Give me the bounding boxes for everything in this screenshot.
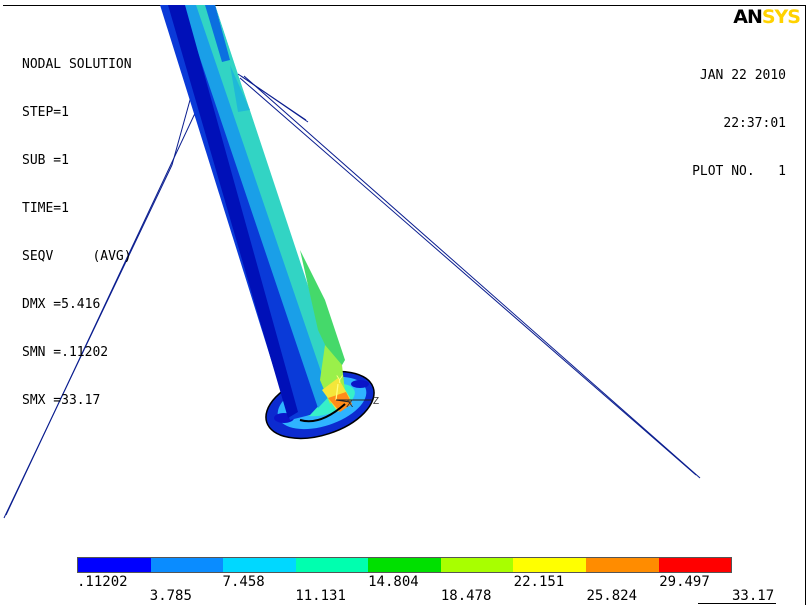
contour-legend-bar [77, 557, 732, 573]
info-title: NODAL SOLUTION [22, 57, 132, 72]
legend-label: 22.151 [513, 574, 565, 590]
legend-color-0 [78, 558, 151, 572]
info-seqv: SEQV (AVG) [22, 249, 132, 264]
plot-stamp: JAN 22 2010 22:37:01 PLOT NO. 1 [692, 36, 786, 212]
legend-max-underline [698, 603, 776, 604]
info-time: TIME=1 [22, 201, 69, 216]
stamp-date: JAN 22 2010 [699, 68, 786, 83]
info-sub: SUB =1 [22, 153, 69, 168]
pole [160, 5, 352, 420]
triad-y-label: Y [336, 374, 344, 386]
logo-sys: SYS [761, 6, 801, 28]
legend-label: 33.17 [732, 588, 775, 604]
legend-color-5 [440, 558, 514, 572]
stamp-time: 22:37:01 [723, 116, 786, 131]
triad-x-label: X [346, 398, 354, 410]
stamp-plot-number: PLOT NO. 1 [692, 164, 786, 179]
legend-label: 14.804 [368, 574, 419, 590]
legend-label: 29.497 [659, 574, 710, 590]
info-step: STEP=1 [22, 105, 69, 120]
legend-color-7 [585, 558, 659, 572]
legend-color-2 [223, 558, 296, 572]
logo-an: AN [733, 6, 763, 28]
legend-label: .11202 [77, 574, 128, 590]
legend-label: 7.458 [222, 574, 265, 590]
ansys-logo: ANSYS [733, 6, 801, 28]
legend-label: 25.824 [586, 588, 638, 604]
info-dmx: DMX =5.416 [22, 297, 101, 312]
legend-label: 3.785 [149, 588, 192, 604]
legend-color-1 [150, 558, 224, 572]
legend-color-6 [513, 558, 586, 572]
legend-label: 11.131 [295, 588, 346, 604]
legend-color-3 [295, 558, 369, 572]
legend-label: 18.478 [440, 588, 492, 604]
legend-color-4 [368, 558, 441, 572]
info-smx: SMX =33.17 [22, 393, 101, 408]
graphics-viewport[interactable]: Y X Z NODAL SOLUTION STEP=1 SUB =1 TIME=… [0, 0, 810, 610]
legend-color-8 [658, 558, 732, 572]
solution-info: NODAL SOLUTION STEP=1 SUB =1 TIME=1 SEQV… [22, 25, 132, 441]
triad-z-label: Z [373, 396, 379, 407]
info-smn: SMN =.11202 [22, 345, 109, 360]
